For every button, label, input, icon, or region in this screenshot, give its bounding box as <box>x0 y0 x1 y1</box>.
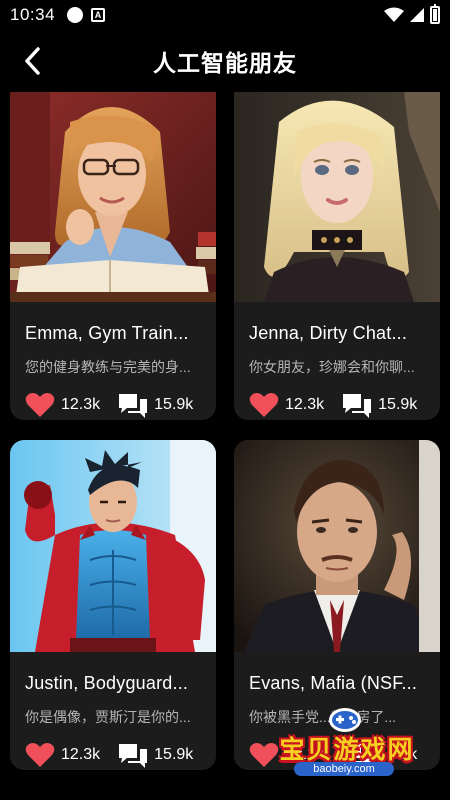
card-stats: 12.3k 15.9k <box>249 741 425 769</box>
status-time: 10:34 <box>10 5 56 24</box>
battery-icon <box>430 4 440 24</box>
avatar-image <box>10 92 216 302</box>
status-left-icons: A <box>67 7 106 23</box>
comments-stat[interactable]: 15.9k <box>118 391 193 419</box>
ai-friend-card[interactable]: Emma, Gym Train... 您的健身教练与完美的身... 12.3k … <box>10 92 216 420</box>
avatar-image <box>234 92 440 302</box>
comments-count: 15.9k <box>154 746 194 763</box>
status-right-icons <box>384 4 440 24</box>
chat-icon <box>119 394 148 418</box>
likes-stat[interactable]: 12.3k <box>249 742 324 768</box>
card-name: Emma, Gym Train... <box>25 323 189 343</box>
heart-icon <box>25 743 55 767</box>
heart-icon <box>25 393 55 417</box>
card-description: 您的健身教练与完美的身... <box>25 359 191 375</box>
card-body: Emma, Gym Train... 您的健身教练与完美的身... 12.3k … <box>10 323 216 419</box>
comments-count: 15.9k <box>378 396 418 413</box>
likes-stat[interactable]: 12.3k <box>25 392 100 418</box>
likes-count: 12.3k <box>61 746 101 763</box>
card-body: Evans, Mafia (NSF... 你被黑手党...新...房了... 1… <box>234 673 440 769</box>
card-stats: 12.3k 15.9k <box>25 741 201 769</box>
page-title: 人工智能朋友 <box>153 50 297 76</box>
ai-friend-card[interactable]: Justin, Bodyguard... 你是偶像，贾斯汀是你的... 12.3… <box>10 440 216 770</box>
avatar-image <box>10 440 216 652</box>
comments-stat[interactable]: 15.9k <box>342 391 417 419</box>
chevron-left-icon <box>25 47 40 75</box>
ai-friend-card[interactable]: Evans, Mafia (NSF... 你被黑手党...新...房了... 1… <box>234 440 440 770</box>
notification-dot-icon <box>67 7 84 23</box>
card-stats: 12.3k 15.9k <box>25 391 201 419</box>
wifi-icon <box>384 7 404 22</box>
heart-icon <box>249 743 279 767</box>
card-name: Jenna, Dirty Chat... <box>249 323 408 343</box>
app-notification-icon: A <box>91 8 106 22</box>
chat-icon <box>119 744 148 768</box>
signal-icon <box>410 8 424 22</box>
comments-count: 15.9k <box>378 746 418 763</box>
card-description: 你女朋友，珍娜会和你聊... <box>249 359 415 375</box>
comments-count: 15.9k <box>154 396 194 413</box>
card-name: Evans, Mafia (NSF... <box>249 673 418 693</box>
card-description: 你被黑手党...新...房了... <box>249 709 397 725</box>
header: 人工智能朋友 <box>0 30 450 92</box>
likes-stat[interactable]: 12.3k <box>249 392 324 418</box>
card-stats: 12.3k 15.9k <box>249 391 425 419</box>
card-body: Jenna, Dirty Chat... 你女朋友，珍娜会和你聊... 12.3… <box>234 323 440 419</box>
ai-friend-grid: Emma, Gym Train... 您的健身教练与完美的身... 12.3k … <box>10 92 440 770</box>
chat-icon <box>343 394 372 418</box>
card-description: 你是偶像，贾斯汀是你的... <box>25 709 191 725</box>
likes-count: 12.3k <box>285 746 325 763</box>
likes-stat[interactable]: 12.3k <box>25 742 100 768</box>
avatar-image <box>234 440 440 652</box>
comments-stat[interactable]: 15.9k <box>118 741 193 769</box>
chat-icon <box>343 744 372 768</box>
card-body: Justin, Bodyguard... 你是偶像，贾斯汀是你的... 12.3… <box>10 673 216 769</box>
heart-icon <box>249 393 279 417</box>
ai-friend-card[interactable]: Jenna, Dirty Chat... 你女朋友，珍娜会和你聊... 12.3… <box>234 92 440 420</box>
likes-count: 12.3k <box>285 396 325 413</box>
back-button[interactable] <box>14 42 50 80</box>
card-name: Justin, Bodyguard... <box>25 673 189 693</box>
status-bar: 10:34 A <box>0 0 450 30</box>
likes-count: 12.3k <box>61 396 101 413</box>
comments-stat[interactable]: 15.9k <box>342 741 417 769</box>
